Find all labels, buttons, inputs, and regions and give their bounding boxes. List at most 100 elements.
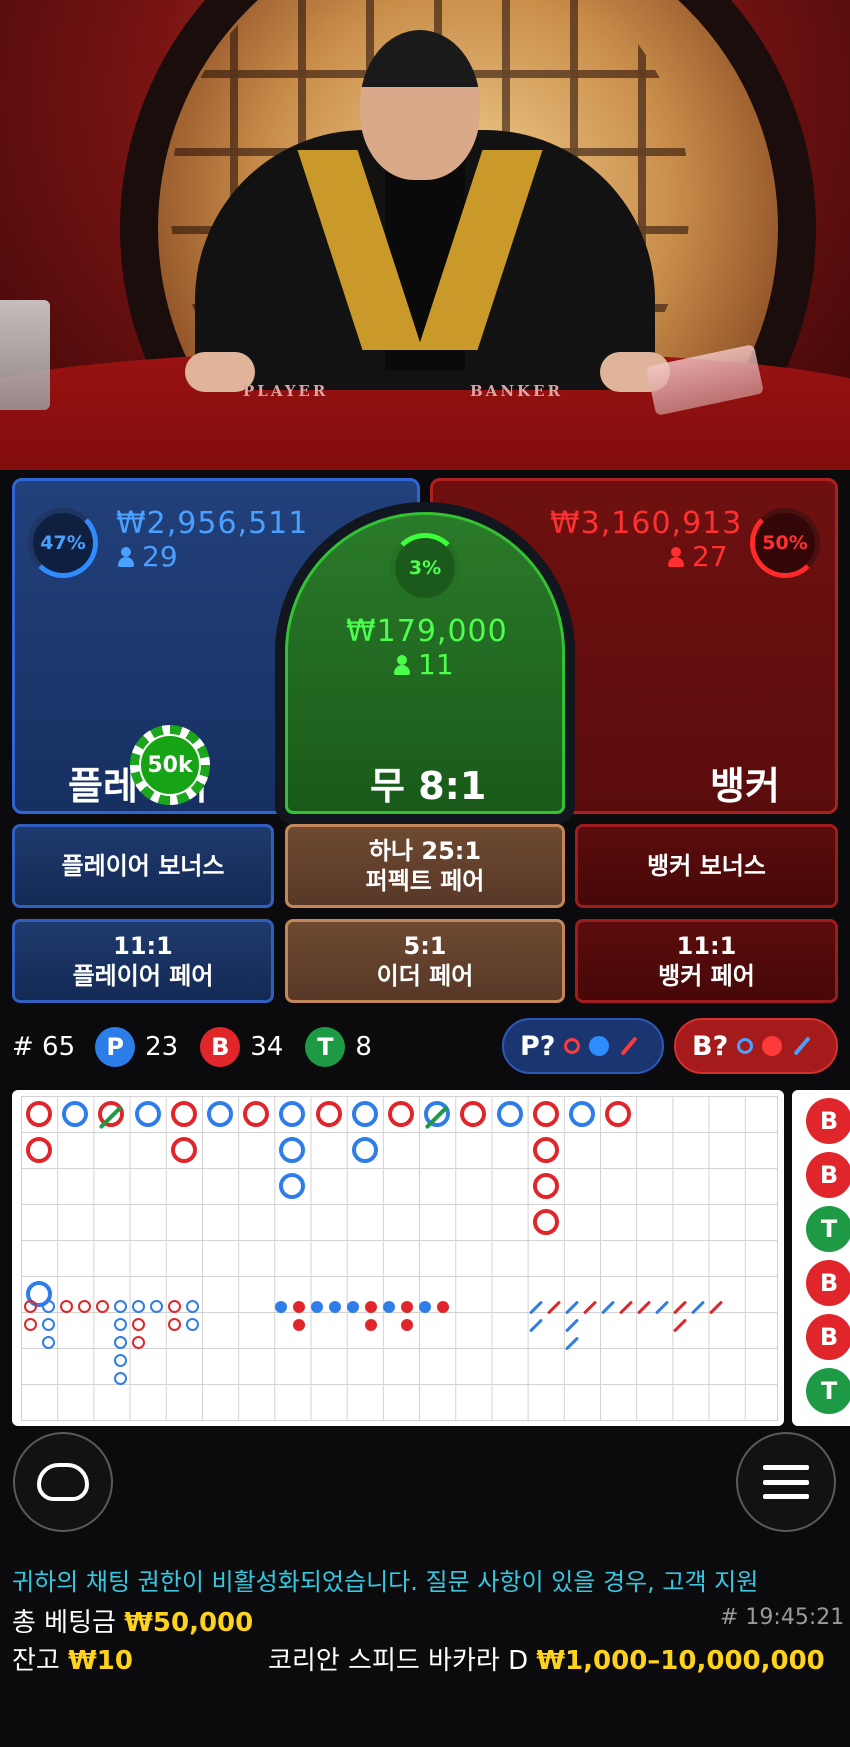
bet-limits: ₩1,000–10,000,000	[536, 1646, 825, 1676]
bead-road-strip[interactable]: BBTBBT	[792, 1090, 850, 1426]
banker-label: 뱅커	[710, 764, 780, 808]
small-road-dot	[401, 1319, 413, 1331]
big-eye-ring	[78, 1300, 91, 1313]
tie-total-amount: ₩179,000	[346, 614, 508, 649]
banker-bonus-button[interactable]: 뱅커 보너스	[575, 824, 838, 908]
big-road-mark	[496, 1101, 523, 1127]
big-eye-ring	[150, 1300, 163, 1313]
big-eye-ring	[186, 1318, 199, 1331]
banker-win-count: 34	[250, 1032, 284, 1062]
big-road-mark	[207, 1101, 233, 1127]
perfect-pair-label: 퍼펙트 페어	[365, 867, 485, 895]
banker-bonus-label: 뱅커 보너스	[647, 852, 766, 880]
player-bettor-number: 29	[142, 540, 178, 573]
tie-label: 무 8:1	[370, 764, 487, 808]
big-road-mark	[388, 1101, 414, 1127]
bead-road-ball: B	[806, 1098, 850, 1144]
bead-road-ball: T	[806, 1206, 850, 1252]
user-icon	[118, 546, 134, 567]
shoe-stats: # 65 P 23 B 34 T 8	[12, 1022, 372, 1072]
player-pair-label: 플레이어 페어	[72, 962, 214, 990]
tie-bettor-count: 11	[394, 648, 454, 681]
banker-win-icon: B	[200, 1027, 241, 1067]
big-road-mark	[532, 1137, 559, 1163]
table-banker-label: BANKER	[470, 382, 563, 400]
small-road-dot	[311, 1301, 323, 1313]
total-bet-label: 총 베팅금	[12, 1608, 116, 1638]
round-count: # 65	[12, 1032, 76, 1062]
player-bonus-button[interactable]: 플레이어 보너스	[12, 824, 274, 908]
player-win-icon: P	[95, 1027, 136, 1067]
player-bettor-count: 29	[118, 540, 178, 573]
big-eye-ring	[114, 1354, 127, 1367]
bead-road-ball: B	[806, 1314, 850, 1360]
either-pair-button[interactable]: 5:1 이더 페어	[285, 919, 565, 1003]
hamburger-icon	[763, 1465, 809, 1499]
big-eye-ring	[114, 1336, 127, 1349]
big-road-mark	[62, 1101, 89, 1127]
small-road-dot-icon	[762, 1036, 783, 1056]
player-bonus-label: 플레이어 보너스	[61, 852, 225, 880]
big-eye-ring	[132, 1300, 145, 1313]
small-road-dot	[365, 1301, 377, 1313]
player-predict-button[interactable]: P?	[502, 1018, 664, 1074]
table-player-label: PLAYER	[243, 382, 329, 400]
big-eye-ring	[132, 1336, 145, 1349]
small-road-dot	[275, 1301, 287, 1313]
big-road-mark	[351, 1101, 378, 1127]
big-eye-ring	[24, 1300, 37, 1313]
placed-chip[interactable]: 50k	[130, 725, 210, 805]
big-eye-ring-icon	[737, 1038, 754, 1054]
tie-percent-ring: 3%	[390, 533, 460, 603]
big-eye-ring	[24, 1318, 37, 1331]
live-video-feed: PLAYER BANKER	[0, 0, 850, 470]
player-pair-button[interactable]: 11:1 플레이어 페어	[12, 919, 274, 1003]
player-percent-ring: 47%	[28, 508, 98, 578]
chat-icon	[37, 1463, 89, 1501]
big-road-mark	[243, 1101, 270, 1127]
either-pair-odds: 5:1	[403, 932, 447, 960]
banker-bettor-number: 27	[692, 540, 728, 573]
chat-disabled-message: 귀하의 채팅 권한이 비활성화되었습니다. 질문 사항이 있을 경우, 고객 지…	[12, 1568, 759, 1596]
roadmap-grid	[21, 1096, 778, 1421]
user-icon	[394, 654, 410, 675]
cockroach-slash-icon	[793, 1036, 811, 1056]
scoreboard-roadmap[interactable]	[12, 1090, 784, 1426]
balance-value: ₩10	[68, 1646, 133, 1676]
small-road-dot-icon	[589, 1036, 610, 1056]
tie-win-icon: T	[305, 1027, 346, 1067]
user-icon	[668, 546, 684, 567]
tie-win-count: 8	[355, 1032, 372, 1062]
banker-percent-ring: 50%	[750, 508, 820, 578]
banker-pair-button[interactable]: 11:1 뱅커 페어	[575, 919, 838, 1003]
big-road-mark	[26, 1137, 52, 1163]
big-eye-ring	[60, 1300, 73, 1313]
player-pair-odds: 11:1	[113, 932, 173, 960]
small-road-dot	[293, 1301, 305, 1313]
big-road-mark	[532, 1101, 559, 1127]
perfect-pair-odds: 하나 25:1	[368, 837, 482, 865]
balance-row: 잔고 ₩10	[12, 1640, 133, 1677]
small-road-dot	[401, 1301, 413, 1313]
big-road-mark	[605, 1101, 632, 1127]
banker-predict-label: B?	[692, 1030, 729, 1062]
banker-predict-button[interactable]: B?	[674, 1018, 838, 1074]
either-pair-label: 이더 페어	[376, 962, 474, 990]
small-road-dot	[365, 1319, 377, 1331]
bead-road-ball: B	[806, 1260, 850, 1306]
total-bet-row: 총 베팅금 ₩50,000	[12, 1602, 253, 1639]
big-eye-ring	[96, 1300, 109, 1313]
big-road-mark	[134, 1101, 161, 1127]
big-eye-ring	[114, 1372, 127, 1385]
big-road-mark	[26, 1101, 52, 1127]
total-bet-value: ₩50,000	[124, 1608, 254, 1638]
big-road-mark	[569, 1101, 595, 1127]
table-info: 코리안 스피드 바카라 D ₩1,000–10,000,000	[268, 1640, 825, 1677]
big-eye-ring	[114, 1318, 127, 1331]
perfect-pair-button[interactable]: 하나 25:1 퍼펙트 페어	[285, 824, 565, 908]
player-total-amount: ₩2,956,511	[116, 506, 309, 541]
chat-button[interactable]	[13, 1432, 113, 1532]
menu-button[interactable]	[736, 1432, 836, 1532]
small-road-dot	[329, 1301, 341, 1313]
dealer-head	[360, 30, 480, 180]
